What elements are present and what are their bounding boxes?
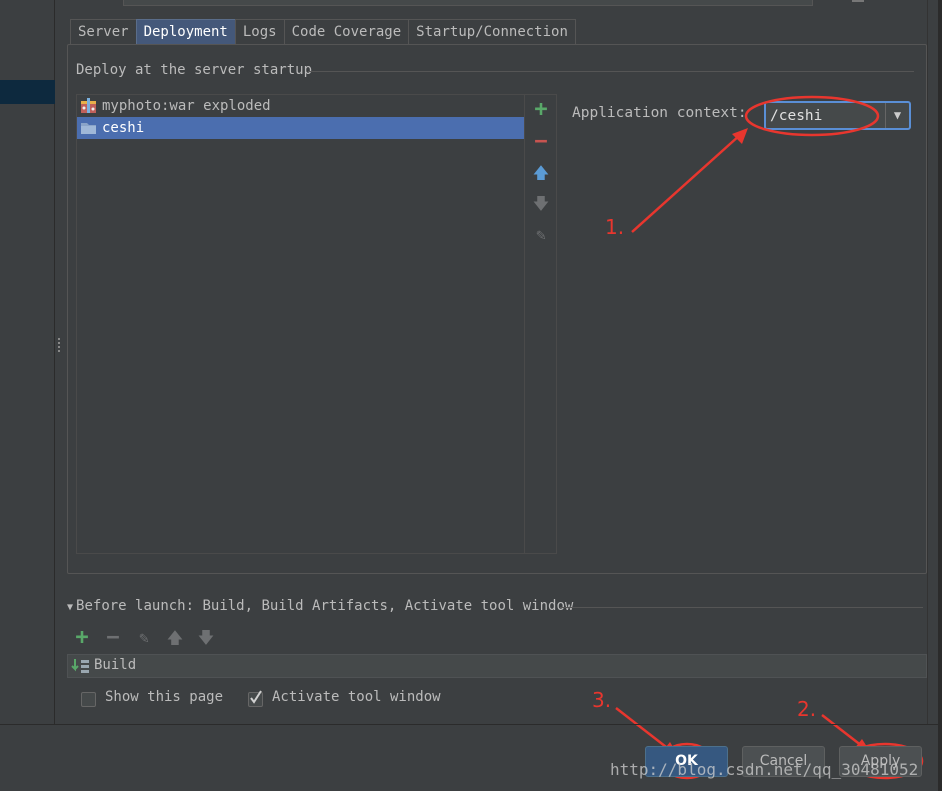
remove-icon[interactable]: − [531,131,551,153]
remove-icon[interactable]: − [103,627,123,649]
footer-divider [0,724,942,725]
list-item-label: myphoto:war exploded [102,98,271,114]
tab-server[interactable]: Server [70,19,137,45]
before-launch-task-row[interactable]: Build [67,654,927,678]
war-artifact-icon [81,98,96,113]
list-item[interactable]: ceshi [77,117,524,139]
before-launch-toolbar: + − ✎ 🡅 🡇 [72,627,216,649]
edit-icon[interactable]: ✎ [531,225,551,245]
activate-tool-window-label[interactable]: Activate tool window [272,689,441,705]
deploy-section-title: Deploy at the server startup [76,62,313,78]
section-divider [308,71,914,72]
folder-icon [81,123,96,134]
annotation-step-3: 3. [592,688,612,712]
app-context-label: Application context: [572,105,747,121]
tab-startup-connection[interactable]: Startup/Connection [408,19,576,45]
app-context-combo[interactable]: ▼ [764,101,911,130]
annotation-arrow-3 [615,707,671,751]
move-down-icon[interactable]: 🡇 [531,194,551,214]
section-divider [560,607,923,608]
add-icon[interactable]: + [531,99,551,121]
move-up-icon[interactable]: 🡅 [531,163,551,183]
tab-logs[interactable]: Logs [234,19,285,45]
vertical-scrollbar[interactable] [927,0,938,724]
dropdown-arrow-icon[interactable]: ▼ [885,103,909,128]
list-item-label: ceshi [102,120,145,136]
build-task-label: Build [94,657,137,673]
window-control-edge [852,0,864,2]
add-icon[interactable]: + [72,627,92,649]
checkmark-icon [250,690,262,704]
splitter-handle[interactable] [56,338,62,360]
before-launch-title: Before launch: Build, Build Artifacts, A… [76,598,574,614]
tab-code-coverage[interactable]: Code Coverage [283,19,410,45]
before-launch-toggle[interactable]: ▼ Before launch: Build, Build Artifacts, … [67,598,573,614]
name-field-edge [123,0,813,6]
move-down-icon[interactable]: 🡇 [196,627,216,649]
show-this-page-checkbox[interactable] [81,692,96,707]
show-this-page-label[interactable]: Show this page [105,689,223,705]
deployment-toolbar: + − 🡅 🡇 ✎ [524,94,557,554]
app-context-input[interactable] [768,105,884,126]
config-tabs: Server Deployment Logs Code Coverage Sta… [70,19,576,45]
annotation-step-2: 2. [797,697,817,721]
deployment-list[interactable]: myphoto:war exploded ceshi [76,94,525,554]
tree-selected-row[interactable] [0,80,55,104]
collapse-triangle-icon: ▼ [67,602,74,613]
move-up-icon[interactable]: 🡅 [165,627,185,649]
edit-icon[interactable]: ✎ [134,627,154,649]
list-item[interactable]: myphoto:war exploded [77,95,524,117]
build-icon [71,659,89,673]
annotation-step-1: 1. [605,215,625,239]
annotation-arrow-2 [821,714,863,747]
window-border [938,0,942,791]
activate-tool-window-checkbox[interactable] [248,690,263,707]
watermark-text: http://blog.csdn.net/qq_30481052 [610,760,919,779]
run-config-tree-panel[interactable] [0,0,55,724]
tab-deployment[interactable]: Deployment [135,19,236,45]
